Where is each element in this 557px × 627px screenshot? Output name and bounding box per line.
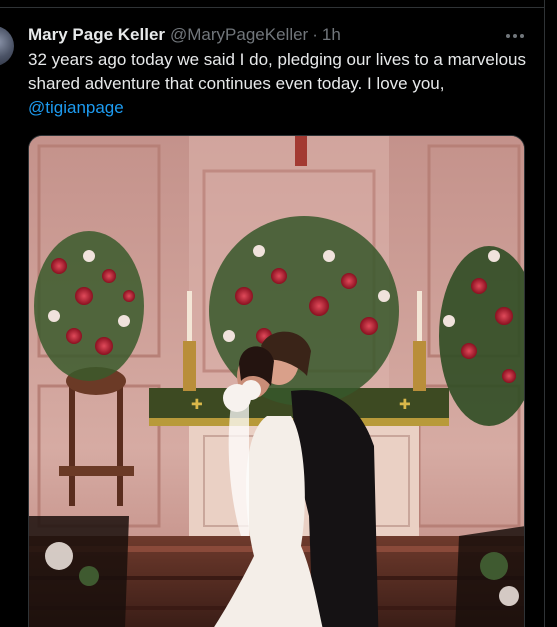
tweet-view: Mary Page Keller @MaryPageKeller · 1h 32… — [0, 0, 557, 627]
tweet-timestamp[interactable]: 1h — [322, 25, 341, 45]
tweet-text: 32 years ago today we said I do, pledgin… — [28, 48, 528, 120]
top-divider — [0, 7, 544, 8]
more-options-button[interactable] — [500, 26, 530, 46]
svg-text:✚: ✚ — [191, 397, 203, 413]
column-divider — [544, 0, 545, 627]
wedding-photo-image: ✚ ✚ — [29, 136, 524, 627]
author-name[interactable]: Mary Page Keller — [28, 25, 165, 45]
svg-text:✚: ✚ — [399, 397, 411, 413]
mention-link[interactable]: @tigianpage — [28, 98, 124, 117]
tweet-header: Mary Page Keller @MaryPageKeller · 1h — [28, 24, 341, 46]
more-horizontal-icon — [506, 34, 524, 38]
author-handle[interactable]: @MaryPageKeller — [170, 25, 308, 45]
header-separator: · — [312, 25, 318, 44]
tweet-photo[interactable]: ✚ ✚ — [28, 135, 525, 627]
avatar[interactable] — [0, 26, 14, 66]
tweet-body-text: 32 years ago today we said I do, pledgin… — [28, 50, 527, 93]
